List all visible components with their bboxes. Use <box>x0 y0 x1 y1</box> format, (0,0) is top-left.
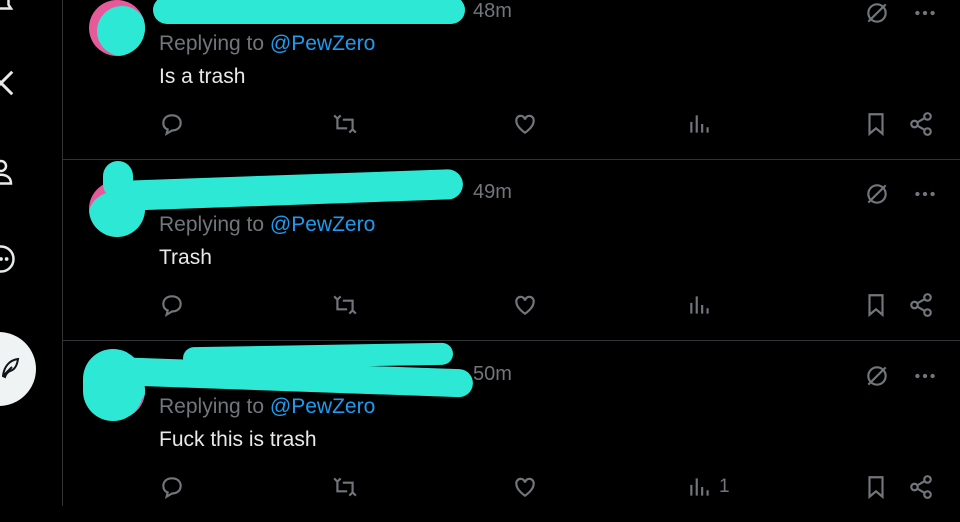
replying-to: Replying to @PewZero <box>159 213 375 237</box>
replying-to-label: Replying to <box>159 32 270 55</box>
grok-icon[interactable] <box>864 0 890 26</box>
tweet[interactable]: 49m Replying to @PewZero Trash <box>63 159 960 341</box>
reply-button[interactable] <box>159 474 185 500</box>
replying-to: Replying to @PewZero <box>159 395 375 419</box>
like-button[interactable] <box>512 292 538 318</box>
share-button[interactable] <box>908 292 934 318</box>
redacted-username <box>112 168 464 212</box>
avatar[interactable] <box>89 0 145 56</box>
more-icon[interactable] <box>0 244 16 274</box>
grok-icon[interactable] <box>864 181 890 207</box>
redacted-username <box>153 0 465 24</box>
like-icon <box>515 295 535 315</box>
more-options-icon[interactable] <box>912 0 938 26</box>
reply-button[interactable] <box>159 292 185 318</box>
bookmark-button[interactable] <box>863 111 889 137</box>
tweet-text: Is a trash <box>159 65 246 88</box>
share-icon <box>910 293 932 317</box>
views-button[interactable]: 1 <box>687 474 730 500</box>
retweet-button[interactable] <box>332 292 358 318</box>
like-button[interactable] <box>512 111 538 137</box>
bookmark-button[interactable] <box>863 292 889 318</box>
bookmark-icon <box>868 476 884 500</box>
replying-to: Replying to @PewZero <box>159 32 375 56</box>
share-button[interactable] <box>908 111 934 137</box>
profile-icon[interactable] <box>0 156 16 186</box>
timestamp[interactable]: 48m <box>473 0 512 23</box>
reply-button[interactable] <box>159 111 185 137</box>
reply-icon <box>162 114 182 137</box>
bookmark-button[interactable] <box>863 474 889 500</box>
x-logo-icon[interactable] <box>0 68 16 98</box>
more-options-icon[interactable] <box>912 363 938 389</box>
mention-link[interactable]: @PewZero <box>270 32 375 55</box>
tweet[interactable]: 48m Replying to @PewZero Is a trash <box>63 0 960 160</box>
tweet-actions: 1 <box>63 474 960 504</box>
retweet-icon <box>333 477 357 497</box>
bookmark-icon <box>868 113 884 137</box>
redacted-handle <box>182 342 454 370</box>
tweet-text: Fuck this is trash <box>159 428 317 451</box>
feather-icon <box>1 357 20 379</box>
tweet-actions <box>63 292 960 322</box>
share-button[interactable] <box>908 474 934 500</box>
tweet-text: Trash <box>159 246 212 269</box>
retweet-button[interactable] <box>332 111 358 137</box>
timestamp[interactable]: 50m <box>473 363 512 386</box>
retweet-icon <box>333 114 357 134</box>
replying-to-label: Replying to <box>159 395 270 418</box>
reply-icon <box>162 295 182 318</box>
left-nav <box>0 0 62 506</box>
views-icon <box>690 478 709 496</box>
retweet-icon <box>333 295 357 315</box>
tweet[interactable]: 50m Replying to @PewZero Fuck this is tr… <box>63 341 960 522</box>
notifications-icon[interactable] <box>0 0 16 16</box>
timestamp[interactable]: 49m <box>473 181 512 204</box>
views-icon <box>690 296 709 314</box>
like-icon <box>515 477 535 497</box>
retweet-button[interactable] <box>332 474 358 500</box>
views-icon <box>690 115 709 133</box>
like-icon <box>515 114 535 134</box>
post-button[interactable] <box>0 332 36 406</box>
more-options-icon[interactable] <box>912 181 938 207</box>
views-count: 1 <box>719 476 730 497</box>
grok-icon[interactable] <box>864 363 890 389</box>
tweet-actions <box>63 111 960 141</box>
views-button[interactable] <box>687 292 719 318</box>
bookmark-icon <box>868 294 884 318</box>
mention-link[interactable]: @PewZero <box>270 213 375 236</box>
mention-link[interactable]: @PewZero <box>270 395 375 418</box>
share-icon <box>910 475 932 499</box>
replying-to-label: Replying to <box>159 213 270 236</box>
views-button[interactable] <box>687 111 719 137</box>
reply-icon <box>162 477 182 500</box>
like-button[interactable] <box>512 474 538 500</box>
share-icon <box>910 112 932 136</box>
